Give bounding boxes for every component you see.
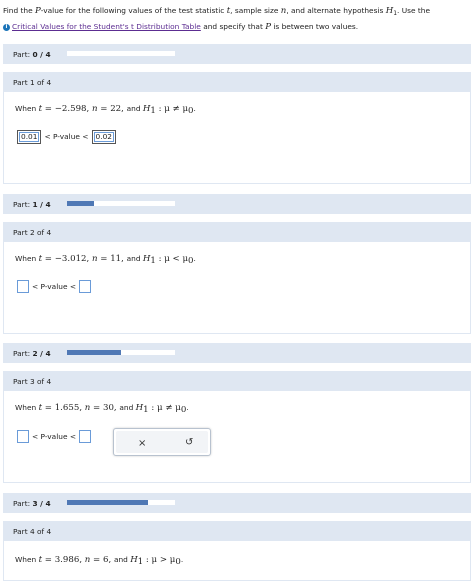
instructions: Find the P-value for the following value… xyxy=(3,3,471,35)
answer-toolbar-inner: × ↺ xyxy=(116,431,208,453)
part-2-card: Part 2 of 4 When t = −3.012, n = 11, and… xyxy=(3,222,471,334)
progress-fill xyxy=(67,201,94,206)
part-2-question: When t = −3.012, n = 11, and H1 : μ < μ0… xyxy=(15,254,196,266)
pvalue-label: < P-value < xyxy=(32,282,77,291)
info-icon: i xyxy=(3,24,10,31)
answer-toolbar-popup: × ↺ xyxy=(113,428,211,456)
progress-value: 1 / 4 xyxy=(32,200,51,209)
pvalue-label: < P-value < xyxy=(32,432,77,441)
critical-values-table-link[interactable]: Critical Values for the Student's t Dist… xyxy=(12,22,201,31)
upper-bound-input[interactable] xyxy=(79,280,92,293)
progress-fill xyxy=(67,500,148,505)
upper-bound-input[interactable]: 0.02 xyxy=(91,129,116,144)
progress-value: 0 / 4 xyxy=(32,50,51,59)
part-4-card: Part 4 of 4 When t = 3.986, n = 6, and H… xyxy=(3,521,471,581)
part-title: Part 4 of 4 xyxy=(13,527,52,536)
part-3-header: Part 3 of 4 xyxy=(4,372,470,391)
instructions-text: is between two values. xyxy=(271,22,359,31)
instructions-text: , sample size xyxy=(230,6,281,15)
progress-track xyxy=(67,350,175,355)
instructions-text: -value for the following values of the t… xyxy=(40,6,227,15)
part-3-question: When t = 1.655, n = 30, and H1 : μ ≠ μ0. xyxy=(15,403,189,415)
part-2-header: Part 2 of 4 xyxy=(4,223,470,242)
part-4-header: Part 4 of 4 xyxy=(4,522,470,541)
part-title: Part 3 of 4 xyxy=(13,377,52,386)
part-2-answer: < P-value < xyxy=(17,279,92,294)
progress-bar-1: Part: 1 / 4 xyxy=(3,194,471,214)
lower-bound-input[interactable] xyxy=(17,430,29,443)
instructions-text: . Use the xyxy=(397,6,431,15)
progress-label: Part: 2 / 4 xyxy=(13,349,51,358)
part-title: Part 1 of 4 xyxy=(13,78,52,87)
progress-bar-3: Part: 3 / 4 xyxy=(3,493,471,513)
part-1-answer: 0.01 < P-value < 0.02 xyxy=(17,129,116,144)
progress-label: Part: 3 / 4 xyxy=(13,499,51,508)
progress-bar-0: Part: 0 / 4 xyxy=(3,44,471,64)
part-1-question: When t = −2.598, n = 22, and H1 : μ ≠ μ0… xyxy=(15,104,196,116)
part-1-card: Part 1 of 4 When t = −2.598, n = 22, and… xyxy=(3,72,471,184)
progress-value: 2 / 4 xyxy=(32,349,51,358)
undo-icon[interactable]: ↺ xyxy=(185,437,193,448)
upper-bound-input[interactable] xyxy=(79,430,92,443)
progress-track xyxy=(67,51,175,56)
progress-bar-2: Part: 2 / 4 xyxy=(3,343,471,363)
part-4-question: When t = 3.986, n = 6, and H1 : μ > μ0. xyxy=(15,555,184,567)
part-title: Part 2 of 4 xyxy=(13,228,52,237)
pvalue-label: < P-value < xyxy=(44,132,89,141)
part-3-card: Part 3 of 4 When t = 1.655, n = 30, and … xyxy=(3,371,471,483)
close-icon[interactable]: × xyxy=(138,438,146,449)
progress-label: Part: 0 / 4 xyxy=(13,50,51,59)
progress-value: 3 / 4 xyxy=(32,499,51,508)
lower-bound-input[interactable]: 0.01 xyxy=(17,129,42,144)
instructions-text: , and alternate hypothesis xyxy=(286,6,386,15)
progress-track xyxy=(67,201,175,206)
part-3-answer: < P-value < xyxy=(17,429,92,444)
part-1-header: Part 1 of 4 xyxy=(4,73,470,92)
lower-bound-input[interactable] xyxy=(17,280,29,293)
progress-fill xyxy=(67,350,121,355)
progress-label: Part: 1 / 4 xyxy=(13,200,51,209)
progress-track xyxy=(67,500,175,505)
instructions-text: and specify that xyxy=(200,22,266,31)
instructions-text: Find the xyxy=(3,6,35,15)
